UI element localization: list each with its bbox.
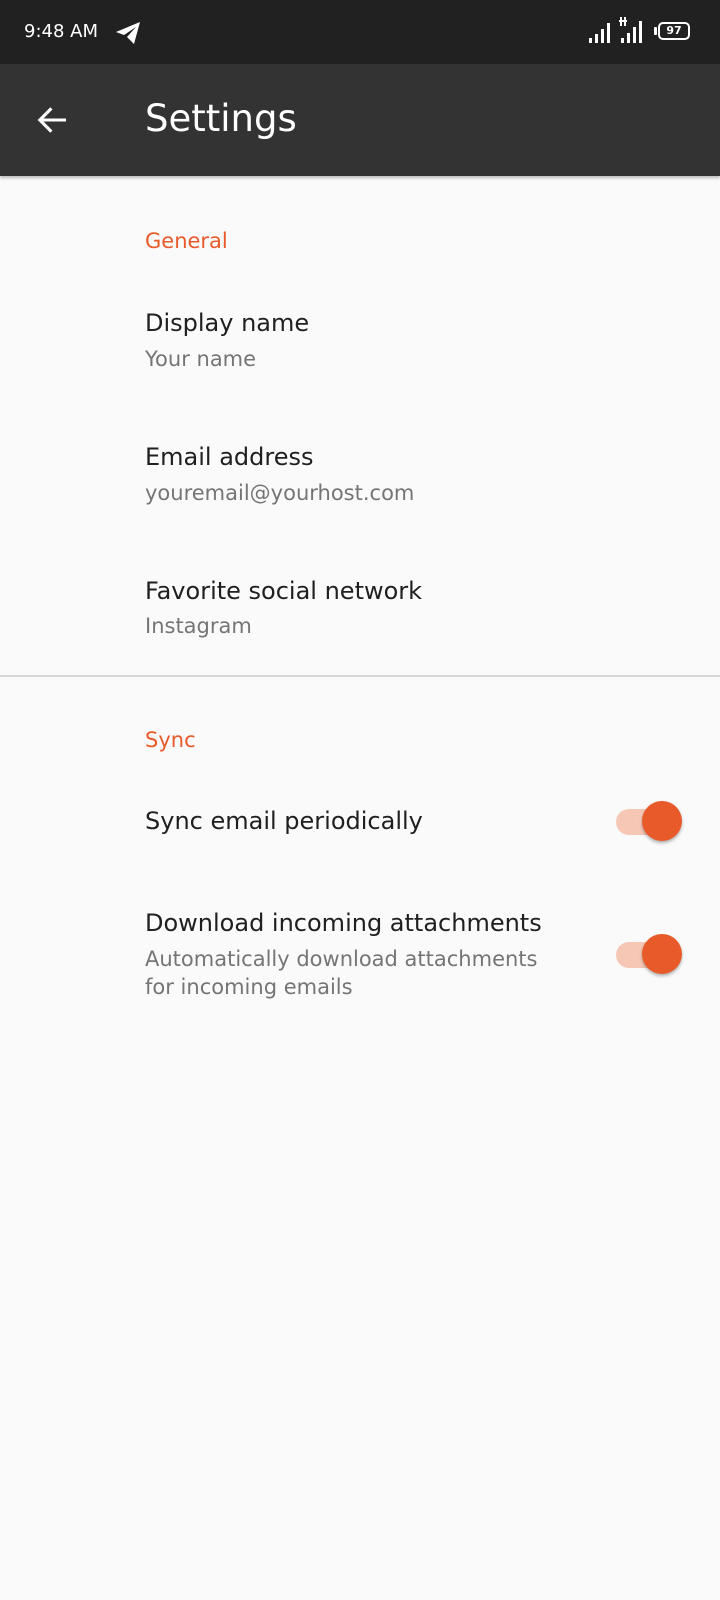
category-divider <box>0 675 720 677</box>
pref-display-name[interactable]: Display name Your name <box>0 290 720 416</box>
pref-summary: Automatically download attachments for i… <box>145 947 538 999</box>
category-title-sync: Sync <box>145 728 196 752</box>
pref-favorite-social-network[interactable]: Favorite social network Instagram <box>0 558 720 674</box>
pref-sync-email-periodically[interactable]: Sync email periodically <box>0 782 720 892</box>
pref-title: Display name <box>145 309 310 337</box>
pref-download-attachments[interactable]: Download incoming attachments Automatica… <box>0 892 720 1020</box>
back-button[interactable] <box>24 92 80 148</box>
pref-summary: youremail@yourhost.com <box>145 481 415 505</box>
pref-title: Email address <box>145 443 314 471</box>
pref-summary: Instagram <box>145 614 252 638</box>
status-time: 9:48 AM <box>24 21 98 42</box>
cellular-signal-icon <box>588 20 614 44</box>
pref-title: Sync email periodically <box>145 807 423 835</box>
pref-email-address[interactable]: Email address youremail@yourhost.com <box>0 424 720 550</box>
arrow-back-icon <box>37 107 66 133</box>
download-attachments-switch[interactable] <box>614 930 682 978</box>
status-bar: 9:48 AM 97 <box>0 0 720 64</box>
page-title: Settings <box>145 97 297 140</box>
battery-level: 97 <box>658 22 690 40</box>
switch-thumb <box>642 934 682 974</box>
cellular-signal-data-icon <box>619 16 647 44</box>
pref-title: Favorite social network <box>145 577 423 605</box>
battery-icon: 97 <box>654 21 694 43</box>
app-bar: Settings <box>0 64 720 176</box>
pref-summary: Your name <box>145 347 257 371</box>
switch-thumb <box>642 801 682 841</box>
telegram-icon <box>114 20 142 46</box>
category-title-general: General <box>145 229 228 253</box>
battery-cap <box>654 27 657 35</box>
pref-title: Download incoming attachments <box>145 909 542 937</box>
sync-email-switch[interactable] <box>614 797 682 845</box>
